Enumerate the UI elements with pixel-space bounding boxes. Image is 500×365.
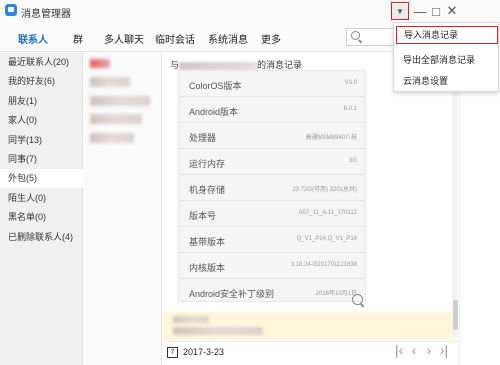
menu-item-export-all-records[interactable]: 导出全部消息记录 — [403, 53, 475, 66]
sidebar-item-recent[interactable]: 最近联系人(20) — [0, 53, 83, 72]
list-item[interactable] — [90, 114, 142, 124]
tab-more[interactable]: 更多 — [261, 31, 281, 46]
info-key: Android版本 — [189, 107, 239, 117]
sidebar-item-deleted[interactable]: 已删除联系人(4) — [0, 228, 83, 247]
chat-header-prefix: 与 — [170, 60, 180, 70]
info-row: Android版本 6.0.1 — [179, 97, 365, 123]
tab-contacts[interactable]: 联系人 — [18, 31, 48, 46]
previous-page-icon[interactable]: ‹ — [406, 342, 422, 358]
sidebar-item-family[interactable]: 家人(0) — [0, 111, 83, 130]
list-item[interactable] — [90, 77, 130, 87]
contact-groups-sidebar: 最近联系人(20) 我的好友(6) 朋友(1) 家人(0) 同学(13) 同事(… — [0, 53, 83, 365]
info-value: 高通MSM8940八核 — [305, 135, 357, 141]
info-key: 机身存储 — [189, 185, 226, 195]
sidebar-item-my-friends[interactable]: 我的好友(6) — [0, 72, 83, 91]
info-value: 23.72G(可用) 32G(总共) — [292, 187, 357, 193]
sidebar-item-blacklist[interactable]: 黑名单(0) — [0, 208, 83, 227]
title-bar: 消息管理器 ▼ — □ ✕ — [0, 0, 500, 22]
sidebar-item-friends[interactable]: 朋友(1) — [0, 92, 83, 111]
maximize-icon[interactable]: □ — [428, 3, 444, 19]
next-page-icon[interactable]: › — [421, 342, 437, 358]
sidebar-item-strangers[interactable]: 陌生人(0) — [0, 189, 83, 208]
info-key: 处理器 — [189, 133, 217, 143]
window-title: 消息管理器 — [21, 9, 71, 20]
app-icon — [5, 4, 17, 16]
info-value: Q_V1_P14,Q_V1_P14 — [296, 236, 357, 242]
sidebar-item-outsourcing[interactable]: 外包(5) — [0, 169, 83, 188]
tab-temp-session[interactable]: 临时会话 — [155, 31, 195, 46]
tab-groups[interactable]: 群 — [73, 31, 83, 46]
menu-item-import-records[interactable]: 导入消息记录 — [396, 26, 498, 44]
info-key: ColorOS版本 — [189, 81, 242, 91]
info-key: 运行内存 — [189, 159, 226, 169]
info-key: 版本号 — [189, 211, 217, 221]
info-row: 机身存储 23.72G(可用) 32G(总共) — [179, 175, 365, 201]
info-value: 3.18.24-G201701121638 — [290, 262, 357, 268]
minimize-icon[interactable]: — — [412, 3, 428, 19]
info-value: 3G — [348, 158, 357, 164]
blurred-sender — [173, 316, 209, 323]
menu-item-cloud-settings[interactable]: 云消息设置 — [403, 74, 448, 87]
info-row: 基带版本 Q_V1_P14,Q_V1_P14 — [179, 227, 365, 253]
contact-list — [84, 53, 162, 365]
chat-header-suffix: 的消息记录 — [257, 60, 303, 70]
close-icon[interactable]: ✕ — [444, 3, 460, 19]
blurred-contact-name — [179, 61, 258, 70]
info-key: 基带版本 — [189, 237, 226, 247]
search-icon — [351, 31, 360, 40]
info-value: V3.0 — [344, 80, 357, 86]
list-item[interactable] — [90, 59, 110, 68]
info-key: 内核版本 — [189, 263, 226, 273]
zoom-icon[interactable] — [352, 294, 363, 305]
info-key: Android安全补丁级别 — [189, 289, 275, 299]
scrollbar-thumb[interactable] — [453, 300, 458, 330]
list-item[interactable] — [90, 96, 150, 106]
dropdown-menu: 导入消息记录 导出全部消息记录 云消息设置 — [393, 22, 499, 92]
info-row: 版本号 A57_11_A.11_170112 — [179, 201, 365, 227]
selected-message[interactable] — [163, 312, 452, 340]
info-row: 处理器 高通MSM8940八核 — [179, 123, 365, 149]
current-date: 2017-3-23 — [183, 347, 225, 357]
device-info-card: ColorOS版本 V3.0 Android版本 6.0.1 处理器 高通MSM894… — [178, 70, 366, 302]
info-value: A57_11_A.11_170112 — [298, 210, 357, 216]
info-row: Android安全补丁级别 2016年10月1日 — [179, 279, 365, 305]
sidebar-item-classmates[interactable]: 同学(13) — [0, 131, 83, 150]
dropdown-arrow-icon[interactable]: ▼ — [391, 2, 409, 20]
info-value: 6.0.1 — [343, 106, 357, 112]
tab-multi-chat[interactable]: 多人聊天 — [104, 31, 144, 46]
info-value: 2016年10月1日 — [315, 291, 357, 297]
info-row: 内核版本 3.18.24-G201701121638 — [179, 253, 365, 279]
calendar-icon[interactable]: 7 — [167, 347, 178, 358]
first-page-icon[interactable]: |‹ — [391, 342, 407, 358]
info-row: ColorOS版本 V3.0 — [179, 71, 365, 97]
info-row: 运行内存 3G — [179, 149, 365, 175]
list-item[interactable] — [90, 133, 134, 143]
tab-system-messages[interactable]: 系统消息 — [208, 31, 248, 46]
scrollbar-track[interactable] — [452, 58, 458, 338]
blurred-message-text — [173, 327, 263, 335]
sidebar-item-colleagues[interactable]: 同事(7) — [0, 150, 83, 169]
last-page-icon[interactable]: ›| — [436, 342, 452, 358]
